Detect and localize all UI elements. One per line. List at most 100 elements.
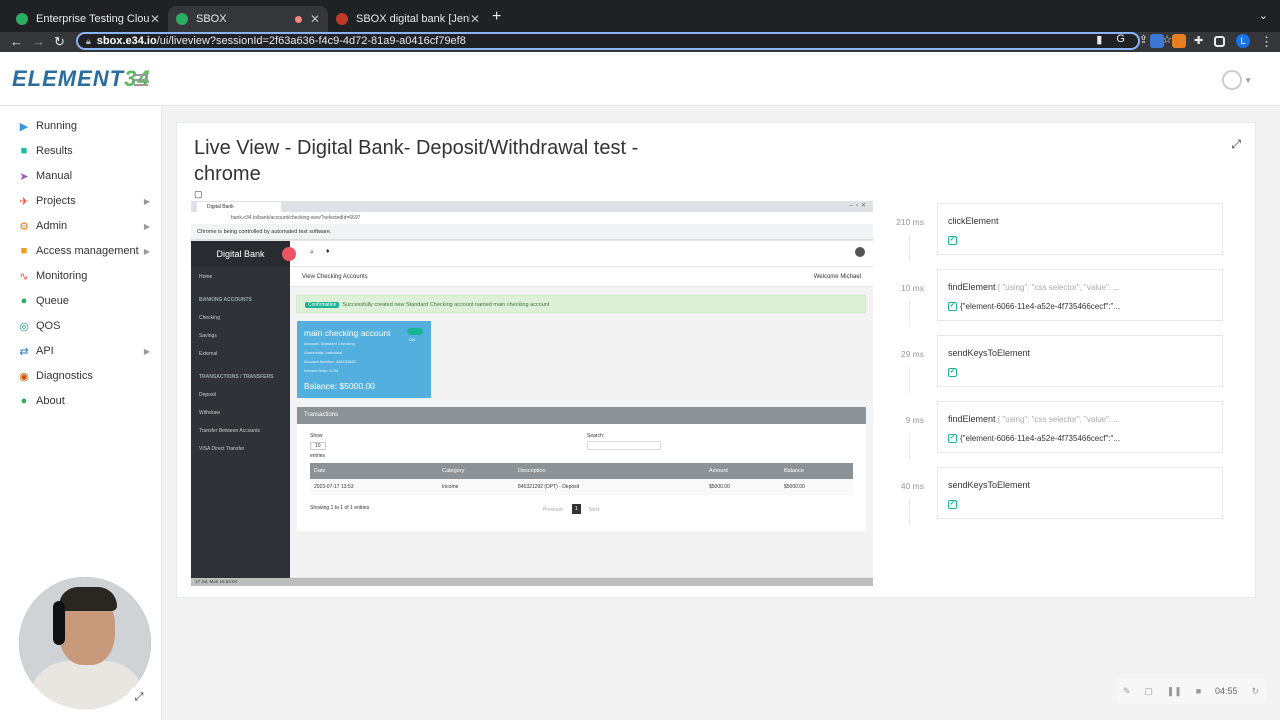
close-icon[interactable]: ✕ [310, 12, 320, 26]
sidebar-item-access-management[interactable]: ■ Access management ▶ [18, 241, 150, 261]
timeline-connector [909, 499, 910, 525]
sidebar-item-manual[interactable]: ➤ Manual [18, 166, 150, 186]
reload-icon[interactable]: ↻ [54, 34, 65, 50]
caret-down-icon[interactable]: ▼ [1244, 76, 1252, 85]
sidebar-item-admin[interactable]: ⚙ Admin ▶ [18, 216, 150, 236]
bank-nav-checking: Checking [199, 315, 220, 321]
camera-icon[interactable]: ▮ [1096, 33, 1102, 46]
app-header: ELEMENT34 ▼ [0, 54, 1280, 106]
pagination-page: 1 [572, 504, 581, 514]
window-controls: –▫✕ [849, 203, 869, 209]
sidebar-item-diagnostics[interactable]: ◉ Diagnostics [18, 366, 150, 386]
session-status-bar: 17 Jul, Mon 15:53:04 [191, 578, 873, 586]
timeline-duration: 29 ms [900, 349, 924, 359]
stop-icon[interactable]: ■ [1196, 686, 1201, 696]
bank-sidebar: Digital Bank Home BANKING ACCOUNTS Check… [191, 241, 290, 586]
sidebar-item-projects[interactable]: ✈ Projects ▶ [18, 191, 150, 211]
sidebar-item-results[interactable]: ■ Results [18, 141, 150, 161]
command-name: sendKeysToElement [948, 348, 1031, 358]
sidebar-item-queue[interactable]: ● Queue [18, 291, 150, 311]
pen-icon[interactable]: ✎ [1123, 686, 1131, 697]
sidebar-item-label: Admin [36, 220, 68, 232]
timeline-command-card[interactable]: sendKeysToElement ✓ [937, 467, 1223, 519]
account-ownership: Ownership: Individual [304, 350, 343, 355]
account-type: Account: Standard Checking [304, 341, 355, 346]
address-bar[interactable]: 🔒︎ sbox.e34.io /ui/liveview?sessionId=2f… [76, 32, 1140, 50]
pulse-icon: ∿ [19, 270, 29, 283]
share-icon[interactable]: ⇪ [1139, 33, 1148, 46]
close-icon[interactable]: ✕ [470, 12, 480, 26]
sidebar-item-label: API [36, 345, 54, 357]
col-header: Date [314, 468, 326, 474]
sidebar-item-label: QOS [36, 320, 61, 332]
sidebar-item-about[interactable]: ● About [18, 391, 150, 411]
hamburger-menu-icon[interactable] [134, 74, 148, 86]
timeline-connector [909, 235, 910, 261]
command-args: { "using": "css selector", "value": ... [997, 283, 1120, 292]
user-avatar-icon[interactable] [1222, 70, 1242, 90]
browser-tab[interactable]: SBOX digital bank [Jenkins] ✕ [328, 6, 488, 32]
table-header-row: Date Category Description Amount Balance [310, 463, 853, 479]
account-toggle: ON [407, 328, 423, 342]
timeline-duration: 210 ms [896, 217, 924, 227]
new-tab-icon[interactable]: + [492, 8, 501, 26]
timeline-command-card[interactable]: sendKeysToElement ✓ [937, 335, 1223, 387]
url-path: /ui/liveview?sessionId=2f63a636-f4c9-4d7… [156, 35, 466, 47]
pause-icon[interactable]: ❚❚ [1167, 686, 1182, 697]
timeline-command-card[interactable]: findElement{ "using": "css selector", "v… [937, 269, 1223, 321]
close-icon[interactable]: ✕ [150, 12, 160, 26]
alert-text: Successfully created new Standard Checki… [342, 302, 550, 308]
entries-footer: Showing 1 to 1 of 1 entries [310, 505, 370, 511]
sidebar-item-qos[interactable]: ◎ QOS [18, 316, 150, 336]
sidebar-item-label: Diagnostics [36, 370, 93, 382]
tab-label: SBOX [196, 13, 227, 25]
back-icon[interactable]: ← [10, 34, 23, 49]
sidebar-item-label: Manual [36, 170, 73, 182]
timeline-command-card[interactable]: clickElement ✓ [937, 203, 1223, 255]
profile-avatar[interactable]: L [1236, 34, 1250, 48]
browser-tab-active[interactable]: SBOX ✕ [168, 6, 328, 32]
element34-favicon-icon [16, 13, 28, 25]
check-icon: ✓ [948, 236, 957, 245]
extension-icon[interactable] [1172, 34, 1186, 48]
transactions-panel: Transactions Show 10 entries Search: Dat… [297, 407, 866, 531]
element34-logo[interactable]: ELEMENT34 [12, 66, 151, 92]
sidebar-item-api[interactable]: ⇄ API ▶ [18, 341, 150, 361]
bank-content: ⌕ ♦ View Checking Accounts Welcome Micha… [282, 241, 873, 577]
check-icon: ✓ [948, 302, 957, 311]
bank-welcome: Welcome Michael [813, 274, 861, 280]
side-panel-icon[interactable] [1214, 36, 1225, 47]
sidebar-item-running[interactable]: ▶ Running [18, 116, 150, 136]
timeline-duration: 40 ms [900, 481, 924, 491]
live-session-screen[interactable]: Digital Bank –▫✕ bank.e34.io/bank/accoun… [191, 201, 873, 586]
recorder-controls: ✎ ▢ ❚❚ ■ 04:55 ↻ [1116, 678, 1266, 704]
timeline-command-card[interactable]: findElement{ "using": "css selector", "v… [937, 401, 1223, 453]
comment-icon[interactable]: ▢ [1144, 686, 1153, 697]
session-tab: Digital Bank [197, 202, 281, 212]
browser-tab[interactable]: Enterprise Testing Cloud Behin ✕ [8, 6, 168, 32]
browser-tab-strip: Enterprise Testing Cloud Behin ✕ SBOX ✕ … [0, 0, 1280, 32]
google-icon[interactable]: G [1116, 33, 1125, 46]
dashboard-icon: ◎ [19, 320, 29, 333]
sidebar-item-monitoring[interactable]: ∿ Monitoring [18, 266, 150, 286]
resize-webcam-icon[interactable]: ⤢ [128, 686, 150, 708]
sidebar-item-label: About [36, 395, 65, 407]
cell: $5000.00 [709, 484, 730, 490]
command-result: {"element-6066-11e4-a52e-4f735466cecf":"… [960, 302, 1121, 311]
forward-icon[interactable]: → [32, 34, 45, 49]
timeline-connector [909, 367, 910, 393]
transactions-table: Date Category Description Amount Balance… [310, 463, 853, 495]
url-host: sbox.e34.io [96, 35, 157, 47]
rec-extension-icon[interactable] [1150, 34, 1164, 48]
lock-icon: ■ [20, 245, 28, 257]
restart-icon[interactable]: ↻ [1251, 686, 1259, 697]
cell: Income [442, 484, 459, 490]
puzzle-icon[interactable]: ✚ [1194, 34, 1208, 48]
clipboard-icon[interactable]: ▢ [194, 189, 203, 200]
expand-icon[interactable]: ⤢ [1231, 137, 1241, 152]
menu-dots-icon[interactable]: ⋮ [1260, 34, 1273, 50]
tab-search-chevron-icon[interactable]: ⌄ [1259, 9, 1268, 22]
col-header: Description [518, 468, 546, 474]
entries-label: entries [310, 453, 326, 459]
recording-dot-icon [294, 15, 302, 23]
